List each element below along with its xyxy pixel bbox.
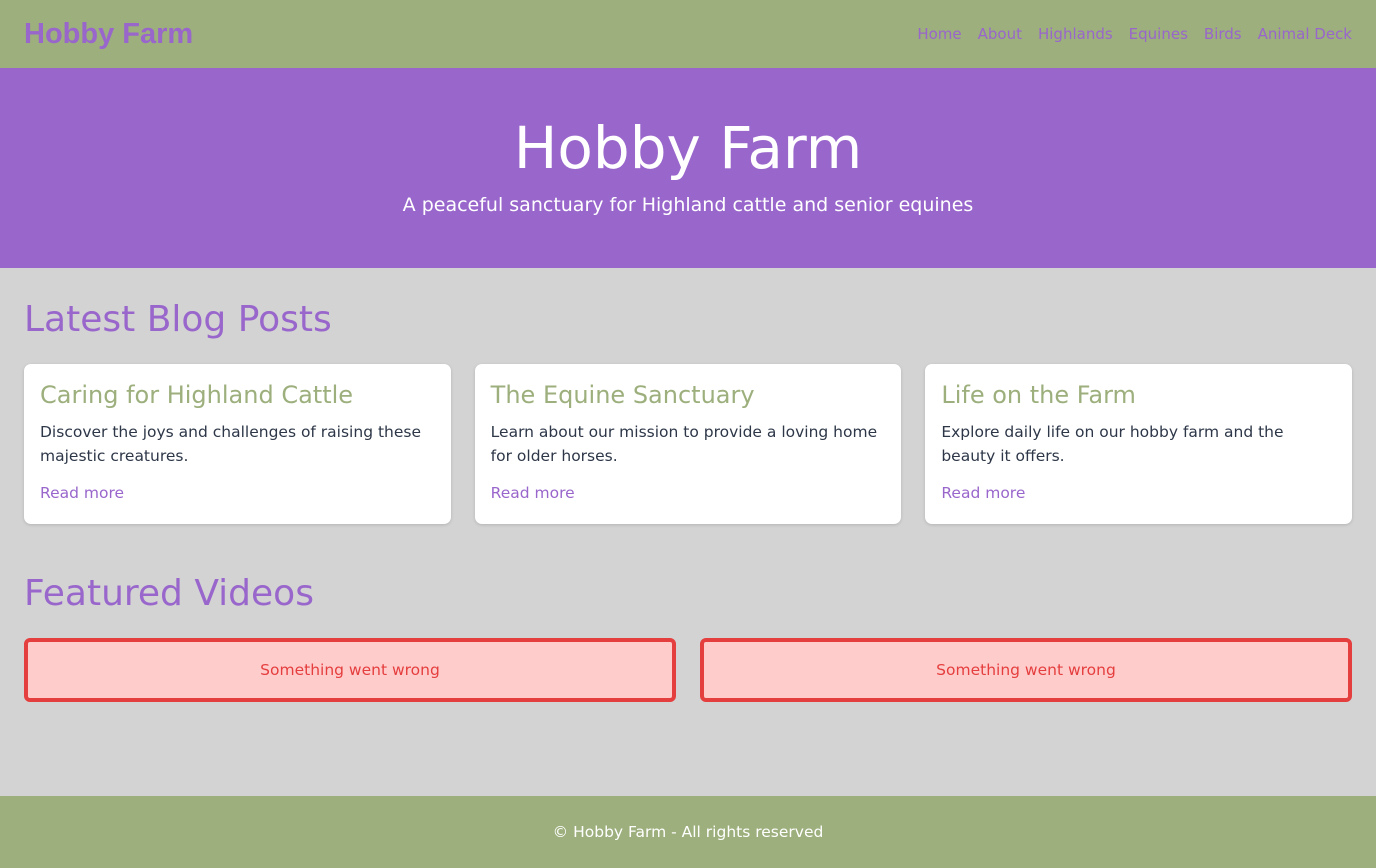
nav-link-equines[interactable]: Equines [1129,25,1188,43]
nav-links: Home About Highlands Equines Birds Anima… [917,25,1352,43]
read-more-link[interactable]: Read more [941,484,1336,502]
hero-subtitle: A peaceful sanctuary for Highland cattle… [402,194,974,216]
nav-link-home[interactable]: Home [917,25,961,43]
blog-card-title: Caring for Highland Cattle [40,381,354,409]
nav-link-highlands[interactable]: Highlands [1038,25,1113,43]
main-content: Latest Blog Posts Caring for Highland Ca… [0,268,1376,796]
blog-card-title: Life on the Farm [941,381,1136,409]
read-more-link[interactable]: Read more [491,484,886,502]
nav-link-animal-deck[interactable]: Animal Deck [1258,25,1352,43]
blog-section-title: Latest Blog Posts [24,299,332,340]
blog-card-excerpt: Explore daily life on our hobby farm and… [941,423,1284,465]
blog-card-excerpt: Learn about our mission to provide a lov… [490,423,878,465]
blog-card-excerpt: Discover the joys and challenges of rais… [40,423,422,465]
hero-title: Hobby Farm [513,114,863,182]
blog-card: Life on the Farm Explore daily life on o… [925,364,1353,524]
blog-card-title: The Equine Sanctuary [490,381,755,409]
video-error-message: Something went wrong [24,638,676,702]
video-grid: Something went wrong Something went wron… [24,638,1352,702]
videos-section-title: Featured Videos [24,573,314,614]
nav-link-about[interactable]: About [978,25,1022,43]
nav-link-birds[interactable]: Birds [1204,25,1242,43]
brand-logo-link[interactable]: Hobby Farm [24,18,193,51]
video-error-message: Something went wrong [700,638,1352,702]
blog-cards: Caring for Highland Cattle Discover the … [24,364,1353,524]
blog-card: The Equine Sanctuary Learn about our mis… [474,364,902,524]
navbar: Hobby Farm Home About Highlands Equines … [0,0,1376,68]
read-more-link[interactable]: Read more [40,484,435,502]
footer: © Hobby Farm - All rights reserved [0,796,1376,868]
hero-banner: Hobby Farm A peaceful sanctuary for High… [0,68,1376,268]
blog-card: Caring for Highland Cattle Discover the … [24,364,451,524]
footer-text: © Hobby Farm - All rights reserved [552,823,824,841]
